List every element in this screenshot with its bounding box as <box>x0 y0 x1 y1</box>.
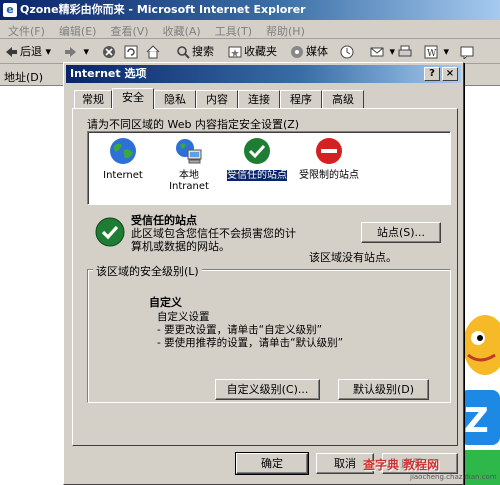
custom-line-3: - 要使用推荐的设置，请单击“默认级别” <box>157 337 344 349</box>
refresh-icon <box>124 45 138 59</box>
help-button[interactable]: ? <box>424 67 440 81</box>
tab-privacy[interactable]: 隐私 <box>154 90 196 108</box>
browser-titlebar: e Qzone精彩由你而来 - Microsoft Internet Explo… <box>0 0 500 20</box>
stop-button[interactable] <box>102 43 118 60</box>
tab-strip: 常规 安全 隐私 内容 连接 程序 高级 <box>72 88 462 109</box>
tab-general[interactable]: 常规 <box>74 90 112 108</box>
discuss-icon <box>460 46 474 59</box>
menu-view[interactable]: 查看(V) <box>102 20 154 39</box>
tab-content[interactable]: 内容 <box>196 90 238 108</box>
favorites-label: 收藏夹 <box>244 45 277 58</box>
back-button[interactable]: 后退 ▾ <box>4 43 51 60</box>
trusted-check-icon <box>244 138 270 164</box>
zone-internet[interactable]: Internet <box>94 136 152 181</box>
address-label: 地址(D) <box>4 71 44 84</box>
dialog-titlebar[interactable]: Internet 选项 ? × <box>66 65 461 83</box>
back-arrow-icon <box>6 47 17 57</box>
media-icon <box>291 46 303 58</box>
ie-logo-icon: e <box>3 3 17 17</box>
menu-help[interactable]: 帮助(H) <box>258 20 311 39</box>
zone-trusted-label: 受信任的站点 <box>227 170 287 181</box>
menu-file[interactable]: 文件(F) <box>0 20 51 39</box>
print-button[interactable] <box>398 43 414 60</box>
search-icon <box>177 46 190 59</box>
sites-button[interactable]: 站点(S)... <box>361 222 441 243</box>
tab-connections[interactable]: 连接 <box>238 90 280 108</box>
watermark: 查字典 教程网 <box>363 458 440 472</box>
zone-info-title: 受信任的站点 <box>131 214 197 227</box>
tab-advanced[interactable]: 高级 <box>322 90 364 108</box>
edit-button[interactable]: W ▾ <box>424 43 449 60</box>
history-icon <box>340 45 354 59</box>
back-label: 后退 <box>20 45 42 58</box>
security-level-label: 该区域的安全级别(L) <box>93 263 202 279</box>
menu-favorites[interactable]: 收藏(A) <box>155 20 207 39</box>
menu-tools[interactable]: 工具(T) <box>207 20 258 39</box>
refresh-button[interactable] <box>124 43 140 60</box>
svg-text:W: W <box>427 49 437 59</box>
dialog-title: Internet 选项 <box>70 67 147 80</box>
zone-intranet-label: 本地 Intranet <box>169 170 209 192</box>
favorites-icon <box>228 46 242 58</box>
zone-restricted-sites[interactable]: 受限制的站点 <box>298 136 360 181</box>
forward-button[interactable]: ▾ <box>64 43 89 60</box>
menu-edit[interactable]: 编辑(E) <box>51 20 103 39</box>
discuss-button[interactable] <box>460 43 476 60</box>
browser-toolbar: 后退 ▾ ▾ 搜索 收藏夹 媒体 ▾ W ▾ <box>0 39 500 64</box>
watermark-url: jiaocheng.chazidian.com <box>410 473 497 481</box>
zone-restricted-label: 受限制的站点 <box>299 170 359 181</box>
globe-icon <box>110 138 136 164</box>
intranet-icon <box>176 139 202 164</box>
default-level-button[interactable]: 默认级别(D) <box>338 379 429 400</box>
search-label: 搜索 <box>192 45 214 58</box>
forward-arrow-icon <box>65 47 76 57</box>
svg-text:Z: Z <box>464 401 489 441</box>
mail-icon <box>370 47 384 57</box>
browser-title: Qzone精彩由你而来 - Microsoft Internet Explore… <box>20 3 306 16</box>
browser-menubar: 文件(F) 编辑(E) 查看(V) 收藏(A) 工具(T) 帮助(H) <box>0 20 500 39</box>
media-button[interactable]: 媒体 <box>290 43 328 60</box>
home-button[interactable] <box>146 43 162 60</box>
no-sites-text: 该区域没有站点。 <box>309 251 397 264</box>
stop-icon <box>103 46 115 58</box>
search-button[interactable]: 搜索 <box>176 43 214 60</box>
security-panel: 请为不同区域的 Web 内容指定安全设置(Z) Internet 本地 Intr… <box>72 108 458 446</box>
favorites-button[interactable]: 收藏夹 <box>228 43 277 60</box>
zone-prompt: 请为不同区域的 Web 内容指定安全设置(Z) <box>87 118 300 131</box>
word-icon: W <box>424 45 438 59</box>
internet-options-dialog: Internet 选项 ? × 常规 安全 隐私 内容 连接 程序 高级 请为不… <box>63 62 464 485</box>
close-button[interactable]: × <box>442 67 458 81</box>
trusted-zone-info-icon <box>95 217 125 247</box>
custom-level-title: 自定义 <box>149 296 182 309</box>
home-icon <box>146 45 160 59</box>
media-label: 媒体 <box>306 45 328 58</box>
zone-info-description: 此区域包含您信任不会损害您的计算机或数据的网站。 <box>131 227 296 253</box>
tab-security[interactable]: 安全 <box>112 88 154 109</box>
restricted-icon <box>316 138 342 164</box>
history-button[interactable] <box>340 43 356 60</box>
zone-list: Internet 本地 Intranet 受信任的站点 受限制的站点 <box>87 131 451 205</box>
mail-button[interactable]: ▾ <box>370 43 395 60</box>
custom-level-button[interactable]: 自定义级别(C)... <box>215 379 320 400</box>
tab-programs[interactable]: 程序 <box>280 90 322 108</box>
zone-local-intranet[interactable]: 本地 Intranet <box>160 136 218 192</box>
ok-button[interactable]: 确定 <box>235 452 309 475</box>
zone-trusted-sites[interactable]: 受信任的站点 <box>226 136 288 181</box>
zone-internet-label: Internet <box>103 170 143 181</box>
printer-icon <box>398 45 412 57</box>
